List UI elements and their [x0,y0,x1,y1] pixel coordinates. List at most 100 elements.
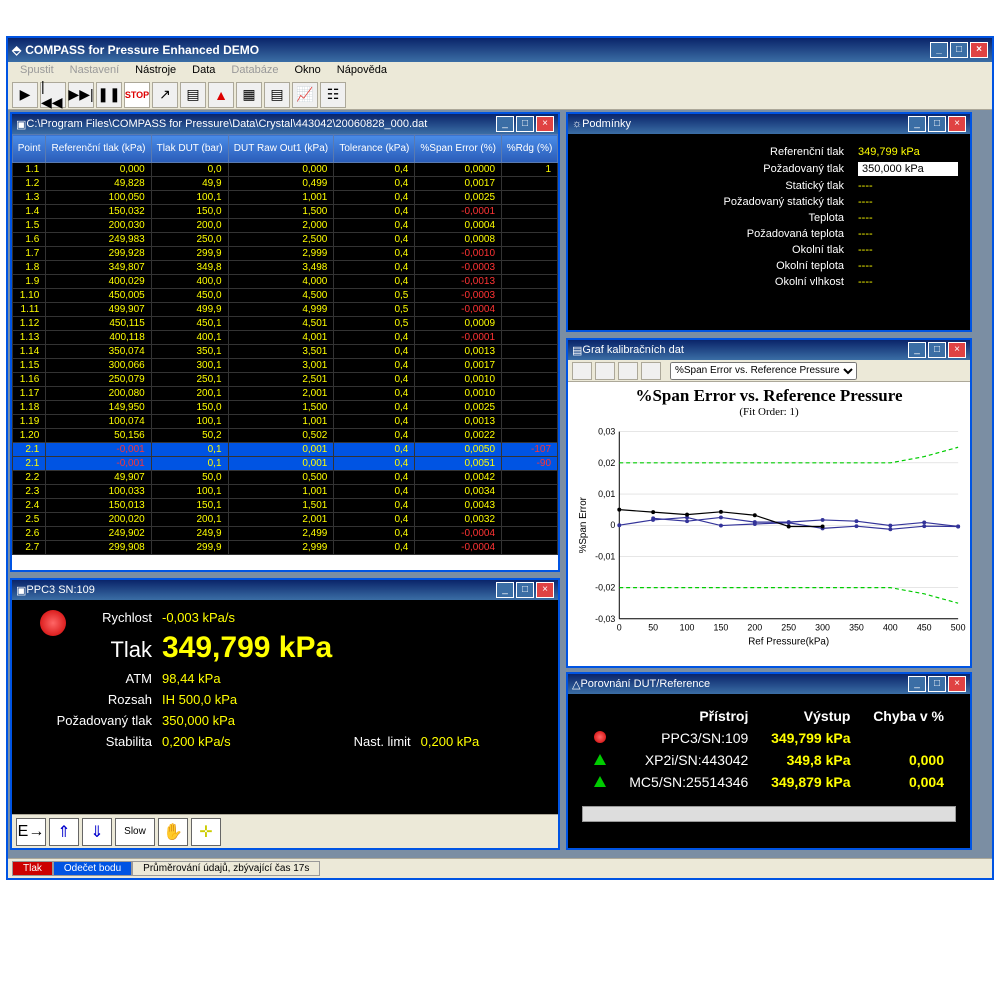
close-button[interactable]: × [948,676,966,692]
data-body[interactable]: PointReferenční tlak (kPa)Tlak DUT (bar)… [12,134,558,570]
table-cell: 0,4 [334,527,415,541]
menu-data[interactable]: Data [184,62,223,80]
list-icon[interactable]: ▤ [264,82,290,108]
table-row[interactable]: 2.7299,908299,92,9990,4-0,0004 [13,541,558,555]
column-header[interactable]: Referenční tlak (kPa) [46,135,151,163]
ppc3-title[interactable]: ▣ PPC3 SN:109 _ □ × [12,580,558,600]
data-window-title[interactable]: ▣ C:\Program Files\COMPASS for Pressure\… [12,114,558,134]
table-row[interactable]: 1.8349,807349,83,4980,4-0,0003 [13,261,558,275]
minimize-button[interactable]: _ [496,582,514,598]
conditions-title[interactable]: ☼ Podmínky _ □ × [568,114,970,134]
table-row[interactable]: 1.3100,050100,11,0010,40,0025 [13,191,558,205]
close-button[interactable]: × [536,582,554,598]
menu-nápověda[interactable]: Nápověda [329,62,395,80]
table-row[interactable]: 2.1-0,0010,10,0010,40,0050-107 [13,443,558,457]
minimize-button[interactable]: _ [908,116,926,132]
column-header[interactable]: DUT Raw Out1 (kPa) [228,135,334,163]
crosshair-button[interactable]: ✛ [191,818,221,846]
close-button[interactable]: × [970,42,988,58]
menu-okno[interactable]: Okno [286,62,328,80]
graph-title[interactable]: ▤ Graf kalibračních dat _ □ × [568,340,970,360]
table-row[interactable]: 1.13400,118400,14,0010,4-0,0001 [13,331,558,345]
play-button[interactable]: ▶ [12,82,38,108]
exit-button[interactable]: E→ [16,818,46,846]
maximize-button[interactable]: □ [928,116,946,132]
table-cell: -0,001 [46,443,151,457]
table-cell: 299,9 [151,247,228,261]
table-row[interactable]: 1.7299,928299,92,9990,4-0,0010 [13,247,558,261]
config-icon[interactable] [618,362,638,380]
table-cell: 50,2 [151,429,228,443]
minimize-button[interactable]: _ [496,116,514,132]
settings-icon[interactable]: ▤ [180,82,206,108]
table-cell: 1.12 [13,317,46,331]
table-row[interactable]: 1.2050,15650,20,5020,40,0022 [13,429,558,443]
maximize-button[interactable]: □ [516,116,534,132]
stop-button[interactable]: STOP [124,82,150,108]
close-button[interactable]: × [948,116,966,132]
minimize-button[interactable]: _ [908,676,926,692]
export-icon[interactable] [595,362,615,380]
table-cell: -0,0010 [415,247,502,261]
maximize-button[interactable]: □ [928,676,946,692]
table-row[interactable]: 1.10450,005450,04,5000,5-0,0003 [13,289,558,303]
menu-nástroje[interactable]: Nástroje [127,62,184,80]
up-arrow-button[interactable]: ⇑ [49,818,79,846]
grid-icon[interactable]: ▦ [236,82,262,108]
table-row[interactable]: 2.249,90750,00,5000,40,0042 [13,471,558,485]
close-button[interactable]: × [948,342,966,358]
warning-icon[interactable]: ▲ [208,82,234,108]
column-header[interactable]: Tolerance (kPa) [334,135,415,163]
table-cell [502,205,558,219]
table-row[interactable]: 1.9400,029400,04,0000,4-0,0013 [13,275,558,289]
table-row[interactable]: 1.17200,080200,12,0010,40,0010 [13,387,558,401]
legend-icon[interactable] [641,362,661,380]
table-row[interactable]: 1.16250,079250,12,5010,40,0010 [13,373,558,387]
column-header[interactable]: %Rdg (%) [502,135,558,163]
table-row[interactable]: 2.6249,902249,92,4990,4-0,0004 [13,527,558,541]
maximize-button[interactable]: □ [928,342,946,358]
table-row[interactable]: 1.14350,074350,13,5010,40,0013 [13,345,558,359]
minimize-button[interactable]: _ [930,42,948,58]
table-row[interactable]: 1.12450,115450,14,5010,50,0009 [13,317,558,331]
condition-row: Okolní vlhkost---- [580,276,958,288]
condition-row: Statický tlak---- [580,180,958,192]
close-button[interactable]: × [536,116,554,132]
minimize-button[interactable]: _ [908,342,926,358]
maximize-button[interactable]: □ [950,42,968,58]
table-cell: 0,4 [334,387,415,401]
table-row[interactable]: 1.18149,950150,01,5000,40,0025 [13,401,558,415]
table-row[interactable]: 2.3100,033100,11,0010,40,0034 [13,485,558,499]
table-row[interactable]: 1.10,0000,00,0000,40,00001 [13,163,558,177]
table-row[interactable]: 2.4150,013150,11,5010,40,0043 [13,499,558,513]
condition-value[interactable]: 350,000 kPa [858,162,958,176]
forward-button[interactable]: ▶▶| [68,82,94,108]
table-row[interactable]: 1.11499,907499,94,9990,5-0,0004 [13,303,558,317]
chart-icon[interactable]: 📈 [292,82,318,108]
table-row[interactable]: 2.5200,020200,12,0010,40,0032 [13,513,558,527]
print-icon[interactable] [572,362,592,380]
column-header[interactable]: Point [13,135,46,163]
table-row[interactable]: 1.5200,030200,02,0000,40,0004 [13,219,558,233]
table-row[interactable]: 1.6249,983250,02,5000,40,0008 [13,233,558,247]
pause-button[interactable]: ❚❚ [96,82,122,108]
table-row[interactable]: 1.249,82849,90,4990,40,0017 [13,177,558,191]
column-header[interactable]: %Span Error (%) [415,135,502,163]
rewind-button[interactable]: |◀◀ [40,82,66,108]
hand-button[interactable]: ✋ [158,818,188,846]
table-row[interactable]: 1.19100,074100,11,0010,40,0013 [13,415,558,429]
table-row[interactable]: 1.4150,032150,01,5000,4-0,0001 [13,205,558,219]
table-cell: 0,4 [334,513,415,527]
table-row[interactable]: 2.1-0,0010,10,0010,40,0051-90 [13,457,558,471]
condition-label: Referenční tlak [770,146,844,158]
maximize-button[interactable]: □ [516,582,534,598]
comparison-title[interactable]: △ Porovnání DUT/Reference _ □ × [568,674,970,694]
slow-button[interactable]: Slow [115,818,155,846]
table-cell: 1,001 [228,415,334,429]
down-arrow-button[interactable]: ⇓ [82,818,112,846]
doc-icon[interactable]: ☷ [320,82,346,108]
column-header[interactable]: Tlak DUT (bar) [151,135,228,163]
table-row[interactable]: 1.15300,066300,13,0010,40,0017 [13,359,558,373]
graph-type-select[interactable]: %Span Error vs. Reference Pressure [670,362,857,380]
scrollbar[interactable] [582,806,956,822]
